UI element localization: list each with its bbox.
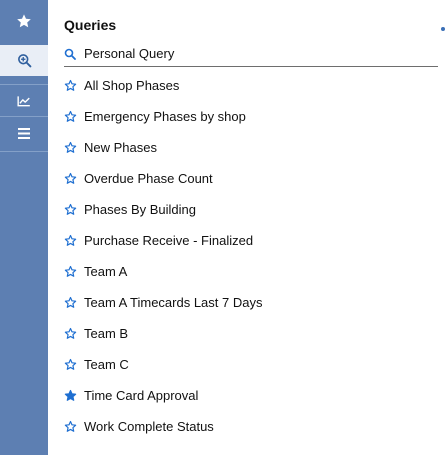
query-item[interactable]: Phases By Building [64,194,438,225]
rail-divider [0,116,48,117]
query-label: New Phases [84,140,157,155]
query-item[interactable]: Time Card Approval [64,380,438,411]
query-label: Team A [84,264,128,279]
query-item[interactable]: New Phases [64,132,438,163]
side-rail [0,0,48,455]
star-icon [16,13,32,29]
charts-button[interactable] [0,85,48,116]
query-item[interactable]: Team A Timecards Last 7 Days [64,287,438,318]
query-label: Emergency Phases by shop [84,109,246,124]
star-outline-icon[interactable] [64,358,84,371]
search-plus-icon [17,53,32,68]
query-item[interactable]: Purchase Receive - Finalized [64,225,438,256]
star-outline-icon[interactable] [64,203,84,216]
corner-mark [441,27,445,31]
star-outline-icon[interactable] [64,265,84,278]
query-item[interactable]: Team A [64,256,438,287]
query-item[interactable]: All Shop Phases [64,70,438,101]
query-label: Overdue Phase Count [84,171,213,186]
star-outline-icon[interactable] [64,420,84,433]
query-item[interactable]: Emergency Phases by shop [64,101,438,132]
star-outline-icon[interactable] [64,327,84,340]
query-label: Time Card Approval [84,388,199,403]
query-label: Phases By Building [84,202,197,217]
personal-query-label: Personal Query [84,46,175,61]
personal-query-link[interactable]: Personal Query [64,41,438,67]
star-outline-icon[interactable] [64,296,84,309]
query-label: Team B [84,326,129,341]
queries-button[interactable] [0,45,48,76]
query-item[interactable]: Work Complete Status [64,411,438,442]
star-outline-icon[interactable] [64,79,84,92]
search-icon [64,48,84,60]
menu-button[interactable] [0,118,48,149]
query-label: Team C [84,357,129,372]
favorites-button[interactable] [0,5,48,36]
query-item[interactable]: Team B [64,318,438,349]
star-outline-icon[interactable] [64,234,84,247]
panel-title: Queries [64,17,117,33]
star-outline-icon[interactable] [64,141,84,154]
query-label: Purchase Receive - Finalized [84,233,254,248]
query-item[interactable]: Overdue Phase Count [64,163,438,194]
query-item[interactable]: Team C [64,349,438,380]
star-filled-icon[interactable] [64,389,84,402]
query-list: All Shop Phases Emergency Phases by shop N… [64,70,438,442]
query-label: All Shop Phases [84,78,180,93]
query-label: Team A Timecards Last 7 Days [84,295,263,310]
star-outline-icon[interactable] [64,110,84,123]
star-outline-icon[interactable] [64,172,84,185]
query-label: Work Complete Status [84,419,214,434]
rail-divider [0,151,48,152]
chart-icon [17,95,31,107]
menu-icon [18,128,30,139]
queries-panel: Queries Personal Query All Shop Phases Em… [48,0,445,455]
